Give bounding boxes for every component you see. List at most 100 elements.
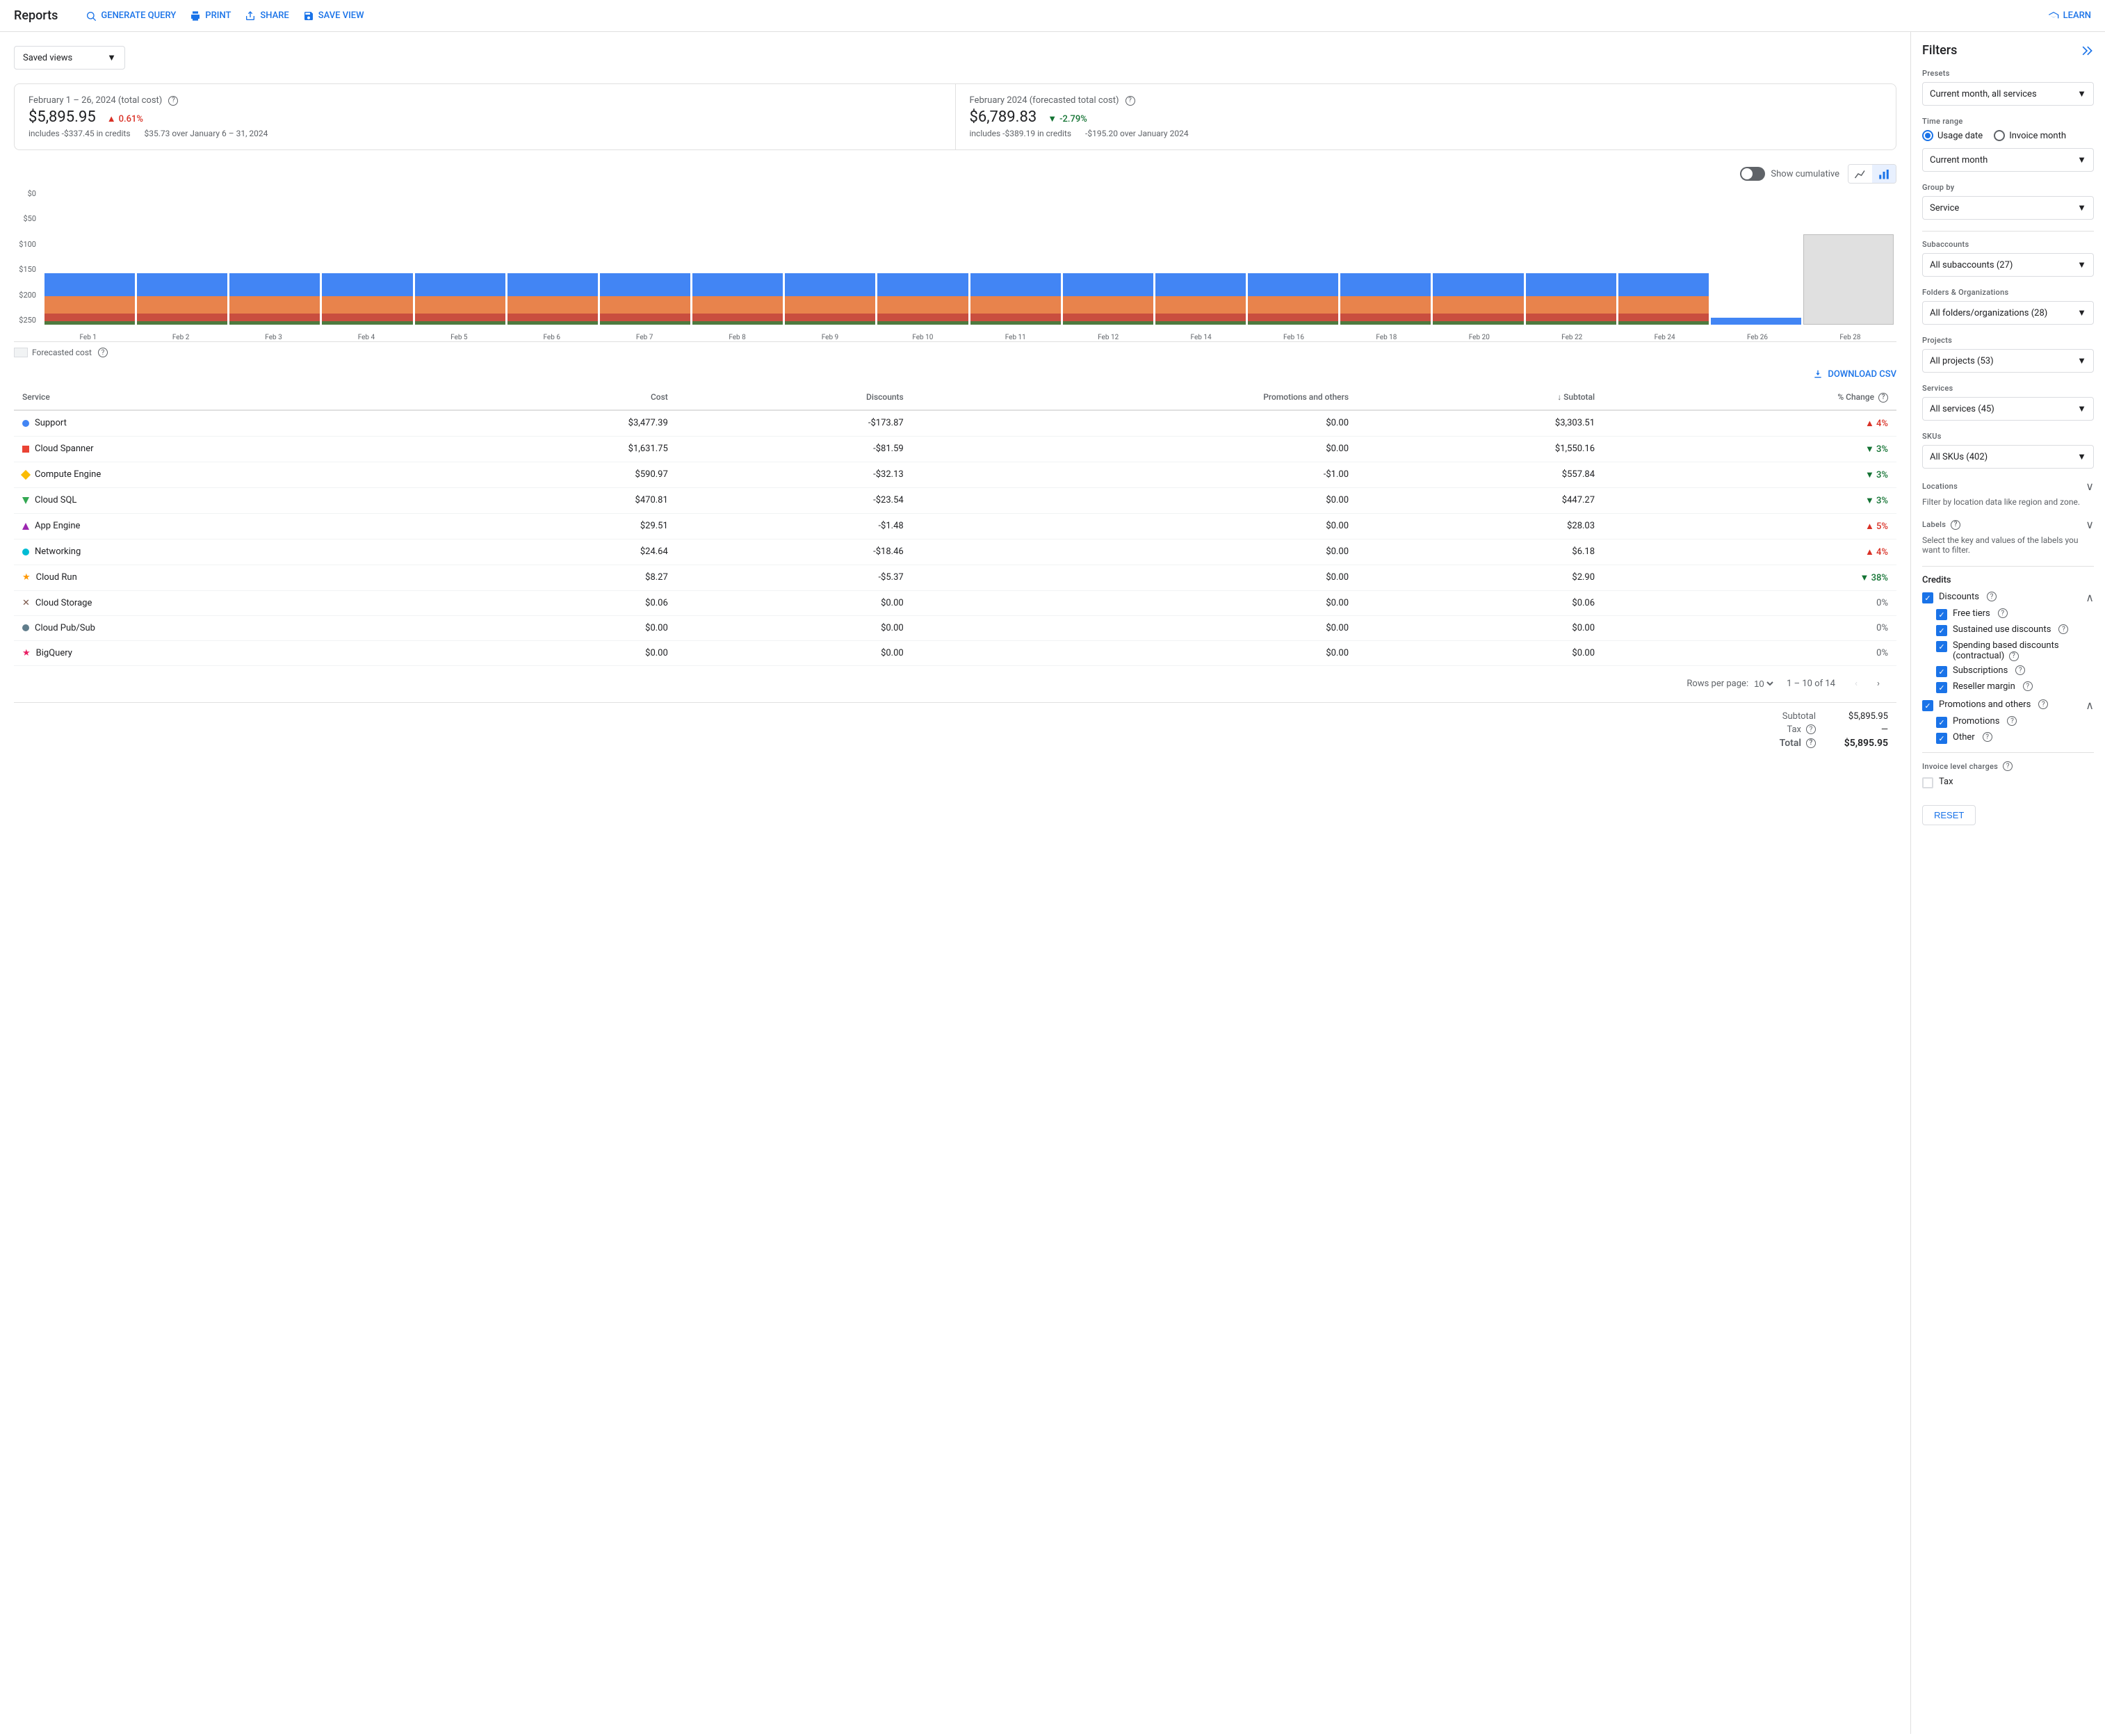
cell-pct: 0%	[1603, 615, 1896, 640]
labels-help[interactable]: ?	[1951, 520, 1960, 530]
promo-checkbox[interactable]	[1922, 700, 1933, 711]
sustained-use-row[interactable]: Sustained use discounts ?	[1922, 624, 2094, 636]
chart-bar[interactable]	[1155, 273, 1246, 325]
next-page-button[interactable]: ›	[1869, 674, 1888, 694]
actual-cost-help-icon[interactable]: ?	[168, 96, 178, 106]
chart-bar[interactable]	[1618, 273, 1709, 325]
learn-button[interactable]: LEARN	[2048, 10, 2091, 22]
pct-change-help[interactable]: ?	[1878, 393, 1888, 403]
subscriptions-row[interactable]: Subscriptions ?	[1922, 665, 2094, 677]
chart-bar[interactable]	[1433, 273, 1523, 325]
folders-dropdown[interactable]: All folders/organizations (28) ▼	[1922, 301, 2094, 325]
tax-row[interactable]: Tax	[1922, 777, 2094, 788]
spending-based-checkbox[interactable]	[1936, 641, 1947, 652]
subaccounts-chevron: ▼	[2077, 259, 2086, 270]
show-cumulative-toggle[interactable]: Show cumulative	[1740, 167, 1839, 181]
free-tiers-checkbox[interactable]	[1936, 609, 1947, 620]
print-button[interactable]: PRINT	[190, 10, 231, 22]
services-dropdown[interactable]: All services (45) ▼	[1922, 397, 2094, 421]
spending-based-row[interactable]: Spending based discounts (contractual) ?	[1922, 640, 2094, 661]
total-row: Total ? $5,895.95	[22, 738, 1888, 749]
usage-date-radio[interactable]: Usage date	[1922, 130, 1983, 141]
invoice-month-radio[interactable]: Invoice month	[1994, 130, 2066, 141]
chart-bar[interactable]	[877, 273, 968, 325]
prev-page-button[interactable]: ‹	[1846, 674, 1866, 694]
promo-help[interactable]: ?	[2038, 699, 2048, 709]
group-by-dropdown[interactable]: Service ▼	[1922, 196, 2094, 220]
chart-bar[interactable]	[970, 273, 1061, 325]
sustained-use-checkbox[interactable]	[1936, 625, 1947, 636]
chart-bar[interactable]	[44, 273, 135, 325]
cell-discounts: $0.00	[676, 640, 912, 665]
save-view-button[interactable]: SAVE VIEW	[303, 10, 364, 22]
reseller-margin-help[interactable]: ?	[2023, 681, 2033, 691]
chart-bar[interactable]	[1248, 273, 1338, 325]
line-chart-button[interactable]	[1848, 165, 1872, 183]
locations-header[interactable]: Locations ∨	[1922, 480, 2094, 493]
free-tiers-help[interactable]: ?	[1998, 608, 2008, 618]
chart-bar[interactable]	[1803, 234, 1894, 325]
promotions-checkbox[interactable]	[1936, 717, 1947, 728]
chart-bar[interactable]	[600, 273, 690, 325]
chart-bar[interactable]	[507, 273, 598, 325]
chart-bar[interactable]	[229, 273, 320, 325]
subscriptions-help[interactable]: ?	[2015, 665, 2025, 675]
generate-query-button[interactable]: GENERATE QUERY	[86, 10, 176, 22]
promotions-help[interactable]: ?	[2007, 716, 2017, 726]
free-tiers-row[interactable]: Free tiers ?	[1922, 608, 2094, 620]
toggle-circle[interactable]	[1740, 167, 1765, 181]
bar-chart-icon	[1878, 168, 1890, 180]
services-section: Services All services (45) ▼	[1922, 384, 2094, 421]
cell-cost: $8.27	[430, 565, 676, 590]
chart-bar[interactable]	[415, 273, 505, 325]
invoice-charges-help[interactable]: ?	[2003, 761, 2013, 771]
labels-header[interactable]: Labels ? ∨	[1922, 518, 2094, 531]
chart-bar[interactable]	[322, 273, 412, 325]
chart-bar[interactable]	[1340, 273, 1431, 325]
folders-section: Folders & Organizations All folders/orga…	[1922, 288, 2094, 325]
other-checkbox[interactable]	[1936, 733, 1947, 744]
promotions-row[interactable]: Promotions ?	[1922, 716, 2094, 728]
other-row[interactable]: Other ?	[1922, 732, 2094, 744]
sustained-use-help[interactable]: ?	[2058, 624, 2068, 634]
reseller-margin-row[interactable]: Reseller margin ?	[1922, 681, 2094, 693]
actual-cost-detail: $35.73 over January 6 – 31, 2024	[145, 129, 268, 138]
cell-subtotal: $447.27	[1357, 487, 1603, 513]
subaccounts-dropdown[interactable]: All subaccounts (27) ▼	[1922, 253, 2094, 277]
chart-bar[interactable]	[1063, 273, 1153, 325]
skus-dropdown[interactable]: All SKUs (402) ▼	[1922, 445, 2094, 469]
subscriptions-checkbox[interactable]	[1936, 666, 1947, 677]
total-help-icon[interactable]: ?	[1806, 738, 1816, 748]
collapse-sidebar-button[interactable]	[2080, 44, 2094, 58]
chart-bar[interactable]	[1711, 318, 1801, 325]
download-csv-button[interactable]: DOWNLOAD CSV	[14, 368, 1896, 380]
saved-views-dropdown[interactable]: Saved views ▼	[14, 46, 125, 70]
reseller-margin-checkbox[interactable]	[1936, 682, 1947, 693]
spending-based-help[interactable]: ?	[2009, 651, 2019, 661]
projects-dropdown[interactable]: All projects (53) ▼	[1922, 349, 2094, 373]
tax-help-icon[interactable]: ?	[1806, 724, 1816, 734]
bar-chart-button[interactable]	[1872, 165, 1896, 183]
rows-per-page-selector[interactable]: Rows per page: 10 25 50	[1687, 678, 1775, 690]
col-cost: Cost	[430, 385, 676, 410]
rows-per-page-select[interactable]: 10 25 50	[1751, 678, 1775, 690]
chart-bar[interactable]	[692, 273, 783, 325]
presets-dropdown[interactable]: Current month, all services ▼	[1922, 82, 2094, 106]
time-range-dropdown[interactable]: Current month ▼	[1922, 148, 2094, 172]
reset-button[interactable]: RESET	[1922, 805, 1976, 825]
share-button[interactable]: SHARE	[245, 10, 288, 22]
tax-checkbox[interactable]	[1922, 777, 1933, 788]
forecast-legend-help[interactable]: ?	[98, 348, 108, 357]
x-label: Feb 3	[227, 334, 320, 341]
other-help[interactable]: ?	[1983, 732, 1992, 742]
chart-bar[interactable]	[785, 273, 875, 325]
chart-bar[interactable]	[1526, 273, 1616, 325]
promo-collapsible[interactable]: Promotions and others ? ∧	[1922, 699, 2094, 712]
discounts-collapsible[interactable]: Discounts ? ∧	[1922, 591, 2094, 604]
col-subtotal[interactable]: ↓ Subtotal	[1357, 385, 1603, 410]
discounts-checkbox[interactable]	[1922, 592, 1933, 603]
discounts-help[interactable]: ?	[1987, 592, 1997, 601]
chart-bar[interactable]	[137, 273, 227, 325]
stats-row: February 1 – 26, 2024 (total cost) ? $5,…	[14, 83, 1896, 150]
forecast-cost-help-icon[interactable]: ?	[1125, 96, 1135, 106]
